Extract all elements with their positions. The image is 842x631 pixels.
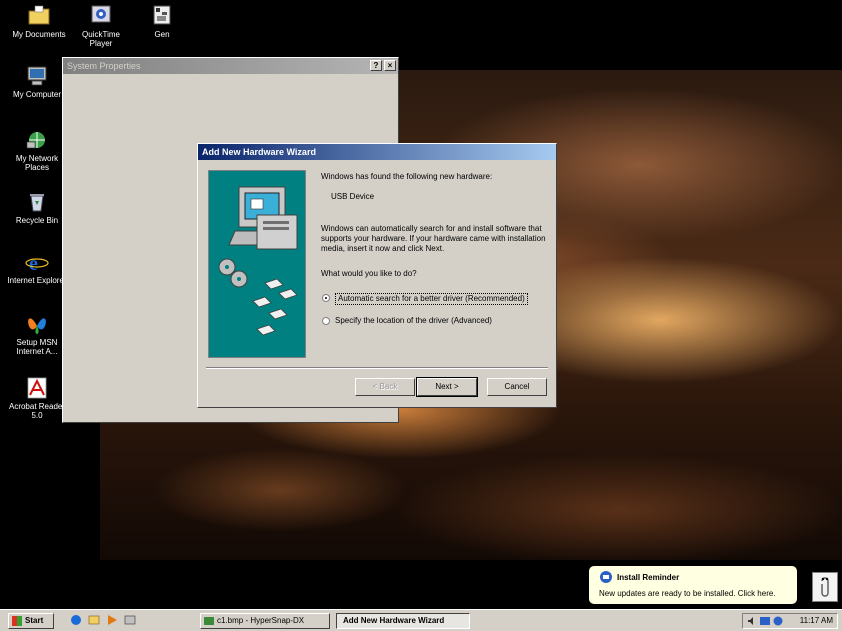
desktop-icon-label: QuickTime Player xyxy=(82,30,120,48)
cancel-button[interactable]: Cancel xyxy=(487,378,547,396)
radio-automatic-search[interactable] xyxy=(322,294,330,302)
windows-update-icon xyxy=(600,571,612,583)
quicklaunch-media-icon[interactable] xyxy=(106,614,118,626)
desktop-icon-label: Gen xyxy=(154,30,170,39)
search-description: Windows can automatically search for and… xyxy=(321,224,546,253)
desktop-icon-my-computer[interactable]: My Computer xyxy=(6,64,68,99)
balloon-message[interactable]: New updates are ready to be installed. C… xyxy=(599,589,776,598)
desktop-icon-msn[interactable]: Setup MSN Internet A... xyxy=(6,312,68,356)
computer-icon xyxy=(27,66,47,86)
desktop-icon-quicktime[interactable]: QuickTime Player xyxy=(70,4,132,48)
folder-icon xyxy=(28,5,50,25)
hypersnap-icon xyxy=(204,617,214,625)
gen-icon xyxy=(153,5,171,25)
desktop-icon-acrobat[interactable]: Acrobat Reader 5.0 xyxy=(6,376,68,420)
option-manual-label[interactable]: Specify the location of the driver (Adva… xyxy=(335,316,492,326)
desktop-icon-label: Internet Explorer xyxy=(7,276,67,285)
svg-text:e: e xyxy=(29,253,38,274)
taskbar-clock: 11:17 AM xyxy=(799,616,833,625)
tray-update-icon[interactable] xyxy=(773,616,783,626)
task-label: c1.bmp - HyperSnap-DX xyxy=(217,616,305,625)
next-button[interactable]: Next > xyxy=(416,377,478,397)
quicklaunch-ie-icon[interactable] xyxy=(70,614,82,626)
desktop-icon-label: My Documents xyxy=(12,30,66,39)
desktop-icon-my-documents[interactable]: My Documents xyxy=(8,4,70,39)
network-icon xyxy=(26,132,45,149)
wizard-separator xyxy=(206,367,548,369)
tray-network-icon[interactable] xyxy=(760,616,770,626)
desktop-icon-label: Setup MSN Internet A... xyxy=(16,338,58,356)
radio-specify-location[interactable] xyxy=(322,317,330,325)
found-hardware-text: Windows has found the following new hard… xyxy=(321,172,493,181)
taskbar: Start c1.bmp - HyperSnap-DX Add New Hard… xyxy=(0,609,842,631)
taskbar-item-wizard[interactable]: Add New Hardware Wizard xyxy=(336,613,470,629)
back-button[interactable]: < Back xyxy=(355,378,415,396)
windows-flag-icon xyxy=(12,616,22,626)
msn-butterfly-icon xyxy=(28,318,46,334)
device-name: USB Device xyxy=(331,192,375,201)
desktop-icon-gen[interactable]: Gen xyxy=(131,4,193,39)
desktop-icon-recycle-bin[interactable]: Recycle Bin xyxy=(6,190,68,225)
quicklaunch-outlook-icon[interactable] xyxy=(88,614,100,626)
tray-volume-icon[interactable] xyxy=(747,616,757,626)
desktop-icon-network-places[interactable]: My Network Places xyxy=(6,128,68,172)
wizard-titlebar[interactable]: Add New Hardware Wizard xyxy=(198,144,556,160)
help-button[interactable]: ? xyxy=(370,60,382,71)
desktop-icon-label: My Network Places xyxy=(15,154,59,172)
quicktime-icon xyxy=(91,5,111,23)
balloon-title: Install Reminder xyxy=(617,573,680,582)
taskbar-item-hypersnap[interactable]: c1.bmp - HyperSnap-DX xyxy=(200,613,330,629)
question-text: What would you like to do? xyxy=(321,269,417,278)
recycle-bin-icon xyxy=(30,194,44,212)
task-label: Add New Hardware Wizard xyxy=(343,616,445,625)
desktop-icon-label: Recycle Bin xyxy=(15,216,59,225)
system-tray: 11:17 AM xyxy=(742,613,838,629)
paperclip-icon xyxy=(821,577,829,597)
add-hardware-wizard-window[interactable]: Add New Hardware Wizard Windows has foun… xyxy=(197,143,557,408)
wizard-illustration xyxy=(208,170,306,358)
install-reminder-balloon[interactable]: Install Reminder New updates are ready t… xyxy=(588,565,798,612)
system-properties-titlebar[interactable]: System Properties ? × xyxy=(63,58,398,74)
option-automatic-label[interactable]: Automatic search for a better driver (Re… xyxy=(335,293,528,305)
desktop-icon-internet-explorer[interactable]: e Internet Explorer xyxy=(6,250,68,285)
desktop-icon-label: Acrobat Reader 5.0 xyxy=(8,402,66,420)
acrobat-icon xyxy=(27,377,47,399)
office-assistant[interactable] xyxy=(812,572,838,602)
close-button[interactable]: × xyxy=(384,60,396,71)
start-button[interactable]: Start xyxy=(8,613,54,629)
start-label: Start xyxy=(25,616,44,625)
wizard-title: Add New Hardware Wizard xyxy=(202,147,316,157)
internet-explorer-icon: e xyxy=(25,253,49,274)
quicklaunch-desktop-icon[interactable] xyxy=(124,614,136,626)
window-title: System Properties xyxy=(67,61,141,71)
desktop-icon-label: My Computer xyxy=(12,90,61,99)
computer-cds-illustration-icon xyxy=(218,186,298,336)
